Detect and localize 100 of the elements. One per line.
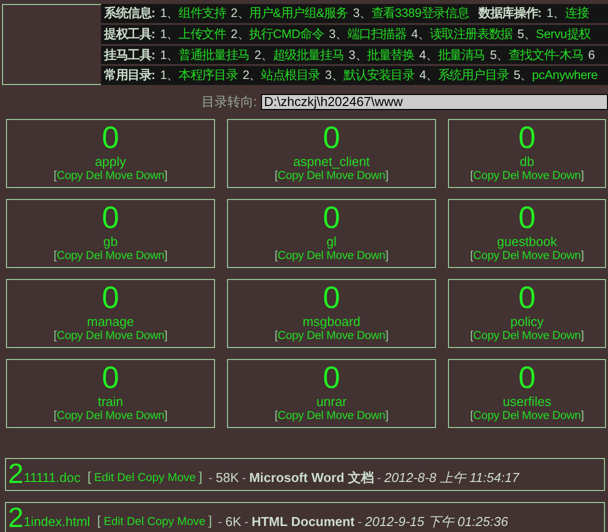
action-link[interactable]: Del (502, 250, 519, 262)
menu-link[interactable]: 上传文件 (178, 24, 226, 44)
folder-count[interactable]: 0 (102, 280, 120, 314)
folder-name[interactable]: aspnet_client (293, 154, 370, 168)
folder-count[interactable]: 0 (518, 120, 536, 154)
action-link[interactable]: Copy (473, 170, 500, 182)
menu-link[interactable]: 默认安装目录 (344, 66, 414, 85)
folder-name[interactable]: gb (103, 234, 118, 248)
action-link[interactable]: Move (105, 170, 133, 182)
action-link[interactable]: Down (552, 410, 581, 422)
action-link[interactable]: Down (136, 330, 164, 342)
folder-name[interactable]: msgboard (302, 314, 360, 328)
action-link[interactable]: Down (356, 410, 386, 422)
folder-name[interactable]: guestbook (497, 234, 557, 248)
action-link[interactable]: Del (502, 170, 519, 182)
menu-link[interactable]: 批量清马 (438, 46, 485, 64)
action-link[interactable]: Del (306, 250, 324, 262)
folder-name[interactable]: userfiles (502, 394, 552, 408)
folder-name[interactable]: manage (87, 314, 134, 328)
action-link[interactable]: Del (86, 250, 102, 262)
folder-count[interactable]: 0 (518, 280, 536, 314)
menu-link[interactable]: 本程序目录 (178, 66, 238, 85)
folder-count[interactable]: 0 (322, 360, 340, 394)
action-link[interactable]: Move (522, 170, 550, 182)
path-field[interactable]: D:\zhczkj\h202467\www (261, 94, 608, 110)
folder-name[interactable]: unrar (316, 394, 347, 408)
action-link[interactable]: Del (86, 410, 102, 422)
action-link[interactable]: Down (356, 250, 386, 262)
action-link[interactable]: Copy (278, 170, 304, 182)
action-link[interactable]: Del (86, 170, 102, 182)
action-link[interactable]: Copy (278, 330, 304, 342)
action-link[interactable]: Move (326, 330, 354, 342)
action-link[interactable]: Del (502, 330, 519, 342)
action-link[interactable]: Down (552, 250, 581, 262)
action-link[interactable]: Down (356, 330, 386, 342)
action-link[interactable]: Del (126, 516, 144, 528)
action-link[interactable]: Edit (94, 472, 114, 484)
action-link[interactable]: Copy (56, 250, 83, 262)
action-link[interactable]: Copy (56, 170, 83, 182)
menu-link[interactable]: Servu提权 (536, 24, 591, 44)
action-link[interactable]: Down (552, 330, 581, 342)
action-link[interactable]: Copy (147, 516, 174, 528)
action-link[interactable]: Copy (56, 410, 83, 422)
menu-link[interactable]: 组件支持 (178, 4, 226, 23)
action-link[interactable]: Down (136, 170, 164, 182)
file-name[interactable]: 11111.doc (24, 468, 80, 488)
action-link[interactable]: Copy (473, 410, 500, 422)
action-link[interactable]: Copy (473, 250, 500, 262)
folder-name[interactable]: db (520, 154, 534, 168)
menu-link[interactable]: pcAnywhere (532, 66, 598, 85)
action-link[interactable]: Move (105, 330, 133, 342)
action-link[interactable]: Down (136, 250, 164, 262)
action-link[interactable]: Move (168, 472, 196, 484)
menu-link[interactable]: 用户&用户组&服务 (249, 4, 348, 23)
folder-count[interactable]: 0 (518, 200, 536, 234)
action-link[interactable]: Move (105, 250, 133, 262)
menu-link[interactable]: 执行CMD命令 (249, 24, 324, 44)
folder-count[interactable]: 0 (102, 360, 120, 394)
action-link[interactable]: Move (522, 410, 550, 422)
action-link[interactable]: Move (105, 410, 133, 422)
menu-link[interactable]: 连接 (565, 4, 589, 23)
action-link[interactable]: Copy (473, 330, 500, 342)
action-link[interactable]: Copy (56, 330, 83, 342)
folder-count[interactable]: 0 (102, 120, 120, 154)
action-link[interactable]: Del (306, 330, 324, 342)
menu-link[interactable]: 端口扫描器 (347, 24, 406, 44)
action-link[interactable]: Del (502, 410, 519, 422)
action-link[interactable]: Down (136, 410, 164, 422)
action-link[interactable]: Move (326, 170, 354, 182)
folder-count[interactable]: 0 (322, 120, 340, 154)
menu-link[interactable]: 站点根目录 (261, 66, 320, 85)
action-link[interactable]: Edit (104, 516, 124, 528)
action-link[interactable]: Down (552, 170, 581, 182)
action-link[interactable]: Move (326, 250, 354, 262)
menu-link[interactable]: 查找文件-木马 (508, 46, 584, 64)
menu-link[interactable]: 普通批量挂马 (178, 46, 250, 64)
folder-count[interactable]: 0 (102, 200, 120, 234)
action-link[interactable]: Del (306, 170, 324, 182)
action-link[interactable]: Down (356, 170, 386, 182)
action-link[interactable]: Del (306, 410, 324, 422)
action-link[interactable]: Copy (278, 410, 304, 422)
action-link[interactable]: Del (86, 330, 102, 342)
folder-name[interactable]: apply (94, 154, 126, 168)
folder-name[interactable]: policy (510, 314, 544, 328)
menu-link[interactable]: 批量替换 (367, 46, 414, 64)
action-link[interactable]: Del (117, 472, 134, 484)
menu-link[interactable]: 超级批量挂马 (272, 46, 344, 64)
action-link[interactable]: Copy (138, 472, 164, 484)
file-name[interactable]: 1index.html (24, 512, 90, 532)
action-link[interactable]: Move (522, 250, 550, 262)
action-link[interactable]: Copy (278, 250, 304, 262)
folder-name[interactable]: gl (326, 234, 337, 248)
menu-link[interactable]: 查看3389登录信息 (371, 4, 469, 23)
action-link[interactable]: Move (177, 516, 206, 528)
menu-link[interactable]: 系统用户目录 (438, 66, 509, 85)
menu-link[interactable]: 读取注册表数据 (430, 24, 512, 44)
action-link[interactable]: Move (326, 410, 354, 422)
folder-name[interactable]: train (98, 394, 124, 408)
action-link[interactable]: Move (522, 330, 550, 342)
folder-count[interactable]: 0 (322, 280, 340, 314)
